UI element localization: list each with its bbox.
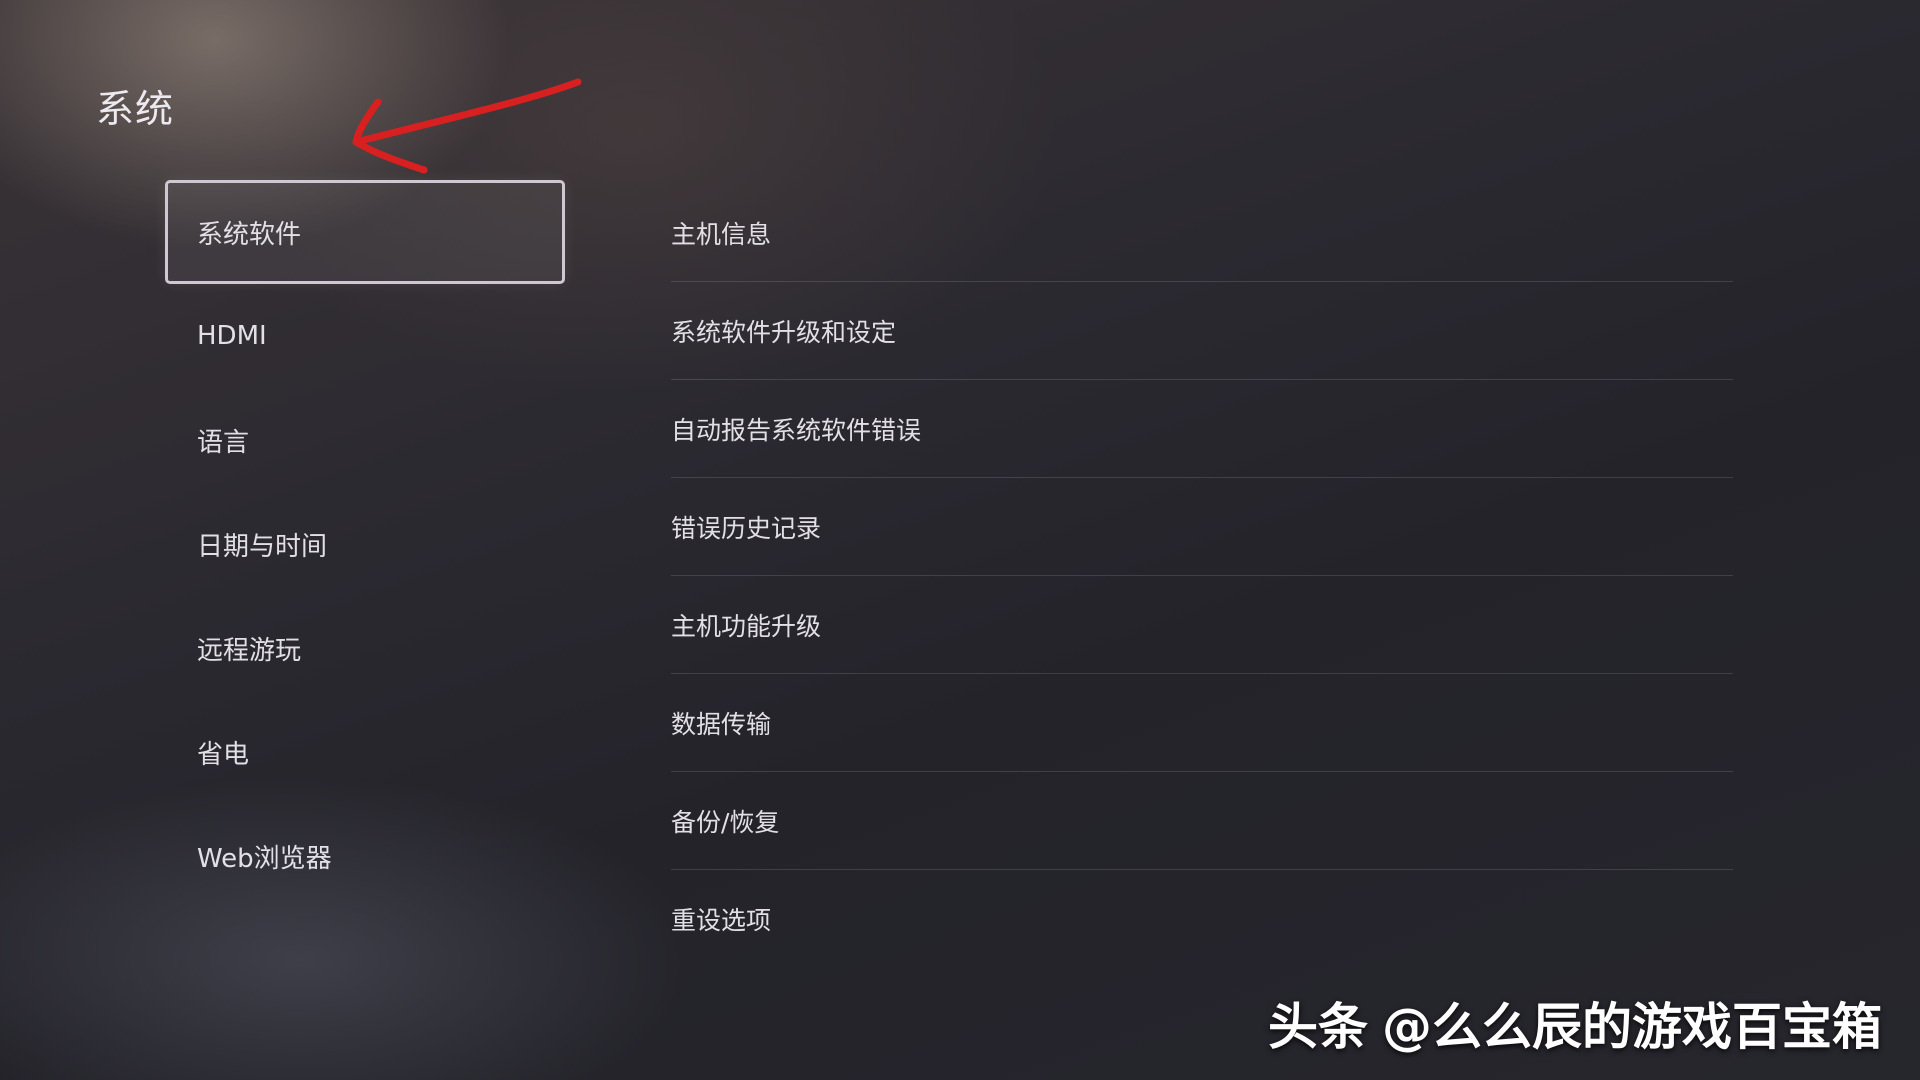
watermark-brand: 头条: [1268, 998, 1368, 1056]
watermark: 头条 @么么辰的游戏百宝箱: [1268, 987, 1882, 1059]
left-menu-item-date-time[interactable]: 日期与时间: [165, 492, 565, 596]
option-system-software-update[interactable]: 系统软件升级和设定: [671, 282, 1733, 380]
left-menu-item-system-software[interactable]: 系统软件: [165, 180, 565, 284]
option-label: 主机信息: [671, 219, 772, 249]
page-title: 系统: [96, 87, 175, 131]
left-menu-item-hdmi[interactable]: HDMI: [165, 284, 565, 388]
left-menu-item-label: 系统软件: [197, 219, 302, 250]
red-arrow-icon: [352, 78, 582, 174]
option-label: 数据传输: [671, 709, 772, 739]
option-reset-options[interactable]: 重设选项: [671, 870, 1733, 968]
left-menu-item-power-saving[interactable]: 省电: [165, 700, 565, 804]
option-data-transfer[interactable]: 数据传输: [671, 674, 1733, 772]
option-auto-error-report[interactable]: 自动报告系统软件错误: [671, 380, 1733, 478]
option-label: 自动报告系统软件错误: [671, 415, 922, 445]
left-menu-item-label: 语言: [197, 427, 250, 458]
left-menu: 系统软件 HDMI 语言 日期与时间 远程游玩 省电 Web浏览器: [165, 180, 565, 908]
option-label: 错误历史记录: [671, 513, 822, 543]
option-label: 主机功能升级: [671, 611, 822, 641]
option-console-info[interactable]: 主机信息: [671, 184, 1733, 282]
option-console-feature-upgrade[interactable]: 主机功能升级: [671, 576, 1733, 674]
left-menu-item-label: 省电: [197, 739, 250, 770]
option-label: 重设选项: [671, 906, 772, 935]
option-label: 备份/恢复: [671, 807, 780, 837]
left-menu-item-web-browser[interactable]: Web浏览器: [165, 804, 565, 908]
option-backup-restore[interactable]: 备份/恢复: [671, 772, 1733, 870]
left-menu-item-label: Web浏览器: [197, 843, 332, 874]
option-label: 系统软件升级和设定: [671, 317, 897, 347]
left-menu-item-language[interactable]: 语言: [165, 388, 565, 492]
left-menu-item-label: 日期与时间: [197, 531, 328, 562]
watermark-handle: @么么辰的游戏百宝箱: [1382, 998, 1882, 1056]
left-menu-item-label: HDMI: [197, 321, 267, 351]
left-menu-item-remote-play[interactable]: 远程游玩: [165, 596, 565, 700]
option-error-history[interactable]: 错误历史记录: [671, 478, 1733, 576]
left-menu-item-label: 远程游玩: [197, 635, 302, 666]
settings-options-list: 主机信息 系统软件升级和设定 自动报告系统软件错误 错误历史记录 主机功能升级 …: [671, 184, 1733, 968]
